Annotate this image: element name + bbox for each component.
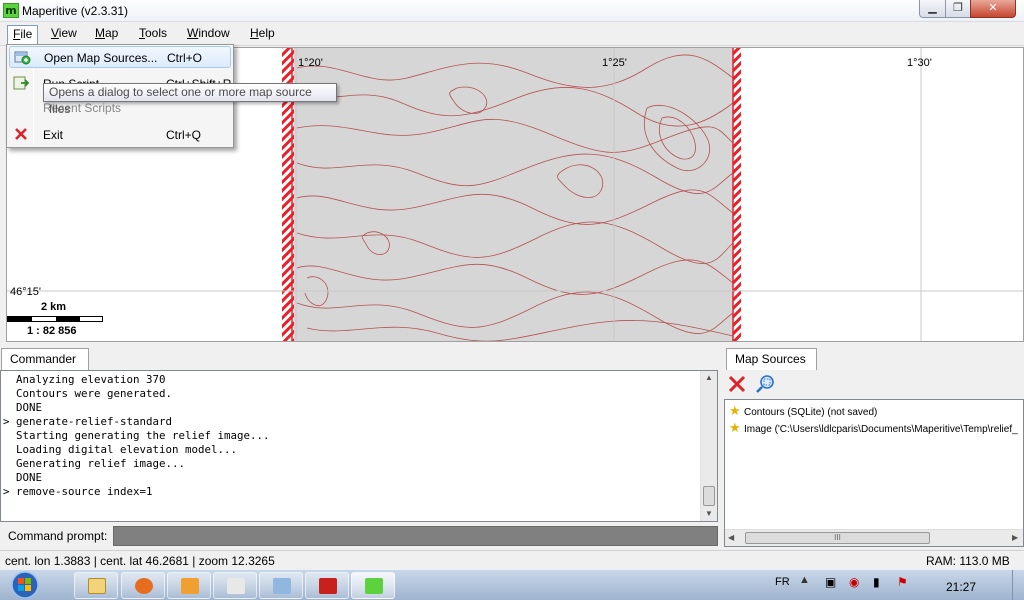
start-button[interactable] <box>3 570 47 600</box>
source-name: Contours (SQLite) (not saved) <box>744 407 878 418</box>
command-prompt-label: Command prompt: <box>8 529 108 543</box>
ram-usage: RAM: 113.0 MB <box>926 554 1010 568</box>
show-desktop-button[interactable] <box>1012 570 1024 600</box>
console-scrollbar[interactable]: ▲ ▼ <box>700 371 717 521</box>
taskbar-acrobat[interactable] <box>305 572 349 599</box>
menu-file[interactable]: File <box>7 25 39 44</box>
volume-muted-icon[interactable]: ◉ <box>849 575 859 589</box>
longitude-label: 1°30' <box>907 57 932 69</box>
menu-item-label: Open Map Sources... <box>44 51 158 65</box>
console-line: Starting generating the relief image... <box>3 429 270 442</box>
exit-icon <box>15 128 27 140</box>
menu-map[interactable]: Map <box>90 25 123 44</box>
open-sources-icon <box>14 51 31 65</box>
scroll-down-arrow[interactable]: ▼ <box>701 507 717 521</box>
scale-distance: 2 km <box>41 301 67 313</box>
console-line: > generate-relief-standard <box>3 415 173 428</box>
menu-item-shortcut: Ctrl+O <box>167 51 203 65</box>
sources-hscrollbar[interactable]: ◀ III ▶ <box>725 529 1023 546</box>
map-position-status: cent. lon 1.3883 | cent. lat 46.2681 | z… <box>5 554 275 568</box>
scroll-left-arrow[interactable]: ◀ <box>728 533 734 542</box>
menu-item-exit[interactable]: Exit Ctrl+Q <box>9 124 231 146</box>
scale-bar <box>7 316 103 322</box>
taskbar-maperitive[interactable] <box>351 572 395 599</box>
taskbar-media-player[interactable] <box>167 572 211 599</box>
command-prompt-input[interactable] <box>113 526 718 546</box>
media-player-icon <box>181 578 199 594</box>
console-line: DONE <box>3 401 43 414</box>
console-line: Analyzing elevation 370 <box>3 373 166 386</box>
console-line: Contours were generated. <box>3 387 173 400</box>
map-sources-toolbar <box>724 370 1024 398</box>
status-bar: cent. lon 1.3883 | cent. lat 46.2681 | z… <box>0 550 1024 569</box>
scroll-right-arrow[interactable]: ▶ <box>1012 533 1018 542</box>
console-line: Loading digital elevation model... <box>3 443 238 456</box>
network-icon[interactable]: ▮ <box>873 575 880 589</box>
firefox-icon <box>135 578 153 594</box>
menu-item-shortcut: Ctrl+Q <box>166 128 202 142</box>
list-item[interactable]: ★ Contours (SQLite) (not saved) <box>729 403 877 419</box>
title-bar: m Maperitive (v2.3.31) ▁ ❐ ✕ <box>0 0 1024 22</box>
clock[interactable]: 21:27 <box>946 580 976 594</box>
maximize-button[interactable]: ❐ <box>945 0 971 18</box>
console-line: Generating relief image... <box>3 457 186 470</box>
scroll-thumb[interactable]: III <box>745 532 930 544</box>
latitude-label: 46°15' <box>10 286 41 298</box>
commander-console[interactable]: Analyzing elevation 370 Contours were ge… <box>0 370 718 522</box>
close-button[interactable]: ✕ <box>970 0 1016 18</box>
menu-item-open-map-sources[interactable]: Open Map Sources... Ctrl+O <box>9 46 231 68</box>
menu-view[interactable]: View <box>46 25 82 44</box>
map-sources-list[interactable]: ★ Contours (SQLite) (not saved) ★ Image ('… <box>724 399 1024 547</box>
scroll-thumb[interactable] <box>703 486 715 506</box>
menu-window[interactable]: Window <box>182 25 235 44</box>
action-center-icon[interactable]: ⚑ <box>897 575 908 589</box>
menu-help[interactable]: Help <box>245 25 280 44</box>
boundary-hatch-right <box>733 48 741 341</box>
paint-icon <box>273 578 291 594</box>
star-icon: ★ <box>729 403 741 418</box>
taskbar-paint[interactable] <box>259 572 303 599</box>
scroll-up-arrow[interactable]: ▲ <box>701 371 717 385</box>
language-indicator[interactable]: FR <box>775 576 790 588</box>
maperitive-icon <box>365 578 383 594</box>
source-name: Image ('C:\Users\ldlcparis\Documents\Map… <box>744 424 1018 435</box>
zoom-to-source-icon[interactable] <box>754 373 776 395</box>
taskbar-firefox[interactable] <box>121 572 165 599</box>
console-line: > remove-source index=1 <box>3 485 153 498</box>
run-script-icon <box>13 76 30 90</box>
window-title: Maperitive (v2.3.31) <box>22 4 129 18</box>
remove-source-icon[interactable] <box>727 374 747 394</box>
star-icon: ★ <box>729 420 741 435</box>
scale-ratio: 1 : 82 856 <box>27 325 77 337</box>
tab-commander[interactable]: Commander <box>1 348 89 370</box>
tooltip: Opens a dialog to select one or more map… <box>43 83 337 116</box>
relief-layer <box>292 48 733 341</box>
menu-tools[interactable]: Tools <box>134 25 172 44</box>
console-line: DONE <box>3 471 43 484</box>
minimize-button[interactable]: ▁ <box>919 0 946 18</box>
taskbar-app[interactable] <box>213 572 257 599</box>
taskbar-explorer[interactable] <box>74 572 118 599</box>
menu-bar: File View Map Tools Window Help <box>0 22 1024 46</box>
list-item[interactable]: ★ Image ('C:\Users\ldlcparis\Documents\Ma… <box>729 420 1018 436</box>
menu-item-label: Exit <box>43 128 64 142</box>
folder-icon <box>88 578 106 594</box>
console-output: Analyzing elevation 370 Contours were ge… <box>3 373 270 499</box>
taskbar: FR ▲ ▣ ◉ ▮ ⚑ 21:27 <box>0 569 1024 600</box>
app-icon: m <box>3 3 19 18</box>
app-icon <box>227 578 245 594</box>
longitude-label: 1°25' <box>602 57 627 69</box>
usb-icon[interactable]: ▣ <box>825 575 836 589</box>
show-hidden-icons-arrow[interactable]: ▲ <box>799 574 810 586</box>
longitude-label: 1°20' <box>298 57 323 69</box>
tab-map-sources[interactable]: Map Sources <box>726 348 817 370</box>
pdf-icon <box>319 578 337 594</box>
